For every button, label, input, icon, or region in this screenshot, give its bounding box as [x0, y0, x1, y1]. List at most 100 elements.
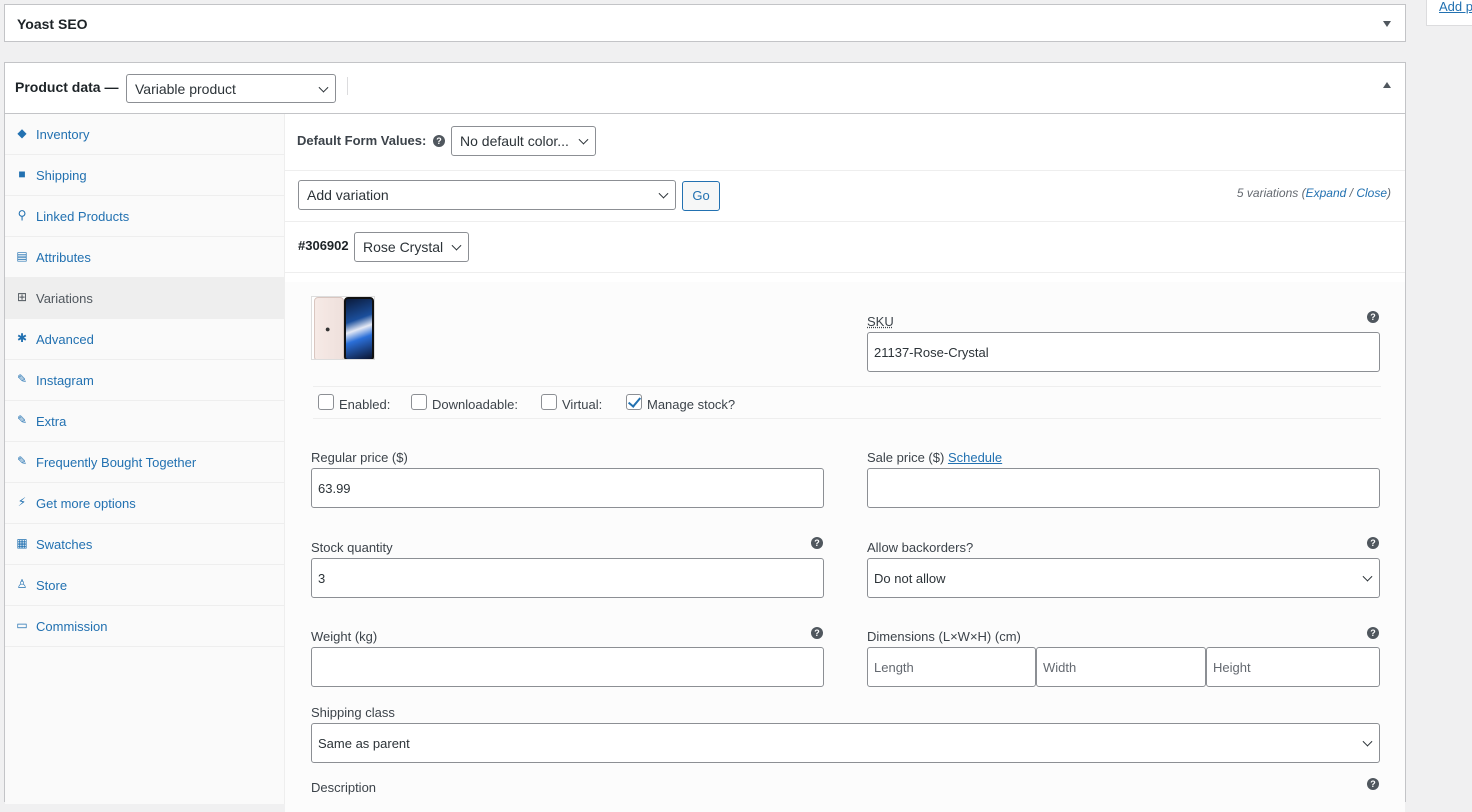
- close-link[interactable]: Close: [1356, 186, 1387, 200]
- weight-input[interactable]: [311, 647, 824, 687]
- tab-label: Attributes: [36, 250, 91, 265]
- gear-icon: ✱: [16, 331, 28, 345]
- help-icon: ?: [1367, 778, 1379, 790]
- add-link[interactable]: Add p: [1439, 0, 1472, 14]
- default-color-value: No default color...: [460, 133, 569, 149]
- apple-logo-icon: ●: [325, 324, 331, 334]
- width-input[interactable]: Width: [1036, 647, 1206, 687]
- variations-panel: Default Form Values: ? No default color.…: [285, 114, 1405, 812]
- sku-input[interactable]: 21137-Rose-Crystal: [867, 332, 1380, 372]
- tab-store[interactable]: ♙ Store: [5, 565, 285, 606]
- product-type-value: Variable product: [135, 80, 236, 97]
- tab-get-more-options[interactable]: ⚡ Get more options: [5, 483, 285, 524]
- help-icon: ?: [433, 135, 445, 147]
- product-data-header: Product data — Variable product: [5, 63, 1405, 114]
- backorders-select[interactable]: Do not allow: [867, 558, 1380, 598]
- tab-advanced[interactable]: ✱ Advanced: [5, 319, 285, 360]
- variation-details: ● SKU ? 21137-Rose-Crystal Enabled: Down…: [285, 282, 1405, 812]
- variation-attribute-value: Rose Crystal: [363, 239, 444, 255]
- truck-icon: ■: [18, 167, 26, 181]
- chevron-down-icon: [578, 134, 589, 145]
- tab-extra[interactable]: ✎ Extra: [5, 401, 285, 442]
- list-icon: ▤: [16, 249, 28, 263]
- tab-label: Inventory: [36, 127, 90, 142]
- tab-linked-products[interactable]: ⚲ Linked Products: [5, 196, 285, 237]
- divider: [285, 221, 1405, 222]
- stock-quantity-input[interactable]: 3: [311, 558, 824, 598]
- variation-id: #306902: [298, 238, 349, 253]
- sku-label: SKU: [867, 314, 894, 329]
- separator: /: [1346, 186, 1357, 200]
- tab-commission[interactable]: ▭ Commission: [5, 606, 285, 647]
- go-button[interactable]: Go: [682, 181, 720, 211]
- tab-label: Get more options: [36, 496, 136, 511]
- schedule-link[interactable]: Schedule: [948, 450, 1002, 465]
- chevron-down-icon: [1362, 571, 1373, 582]
- downloadable-checkbox[interactable]: [411, 394, 427, 410]
- grid-icon: ⊞: [16, 290, 28, 304]
- expand-link[interactable]: Expand: [1306, 186, 1347, 200]
- divider: [347, 77, 348, 95]
- tag-icon: ◆: [17, 126, 27, 140]
- tab-frequently-bought-together[interactable]: ✎ Frequently Bought Together: [5, 442, 285, 483]
- tab-attributes[interactable]: ▤ Attributes: [5, 237, 285, 278]
- height-input[interactable]: Height: [1206, 647, 1380, 687]
- tab-variations[interactable]: ⊞ Variations: [5, 278, 285, 319]
- tab-label: Variations: [36, 291, 93, 306]
- chevron-down-icon: [1362, 736, 1373, 747]
- tab-label: Linked Products: [36, 209, 130, 224]
- collapse-arrow-icon[interactable]: [1383, 21, 1391, 27]
- shipping-class-select[interactable]: Same as parent: [311, 723, 1380, 763]
- variation-image[interactable]: ●: [311, 296, 375, 360]
- tab-label: Instagram: [36, 373, 94, 388]
- length-placeholder: Length: [874, 659, 914, 675]
- enabled-checkbox[interactable]: [318, 394, 334, 410]
- length-input[interactable]: Length: [867, 647, 1036, 687]
- wrench-icon: ✎: [16, 454, 28, 468]
- tab-instagram[interactable]: ✎ Instagram: [5, 360, 285, 401]
- wrench-icon: ✎: [16, 372, 28, 386]
- sale-price-input[interactable]: [867, 468, 1380, 508]
- manage-stock-checkbox[interactable]: [626, 394, 642, 410]
- tab-shipping[interactable]: ■ Shipping: [5, 155, 285, 196]
- phone-front-image: [344, 297, 374, 359]
- help-icon: ?: [1367, 311, 1379, 323]
- weight-label: Weight (kg): [311, 629, 378, 644]
- yoast-seo-panel[interactable]: Yoast SEO: [4, 4, 1406, 42]
- help-icon: ?: [811, 627, 823, 639]
- tab-label: Store: [36, 578, 68, 593]
- sale-price-text: Sale price ($): [867, 450, 945, 465]
- product-type-select[interactable]: Variable product: [126, 74, 336, 103]
- default-color-select[interactable]: No default color...: [451, 126, 596, 156]
- tab-label: Advanced: [36, 332, 94, 347]
- virtual-checkbox[interactable]: [541, 394, 557, 410]
- variations-count: 5 variations (Expand / Close): [1237, 186, 1391, 200]
- tab-swatches[interactable]: ▦ Swatches: [5, 524, 285, 565]
- add-variation-select[interactable]: Add variation: [298, 180, 676, 210]
- sidebar-stub: Add p: [1426, 0, 1472, 26]
- tab-label: Swatches: [36, 537, 93, 552]
- tab-inventory[interactable]: ◆ Inventory: [5, 114, 285, 155]
- product-data-panel: Product data — Variable product ◆ Invent…: [4, 62, 1406, 812]
- stock-quantity-value: 3: [318, 570, 326, 586]
- divider: [313, 386, 1381, 387]
- collapse-arrow-icon[interactable]: [1383, 82, 1391, 88]
- manage-stock-label: Manage stock?: [647, 397, 736, 412]
- enabled-label: Enabled:: [339, 397, 391, 412]
- downloadable-label: Downloadable:: [432, 397, 519, 412]
- dimensions-label: Dimensions (L×W×H) (cm): [867, 629, 1021, 644]
- variation-attribute-select[interactable]: Rose Crystal: [354, 232, 469, 262]
- divider: [285, 272, 1405, 273]
- help-icon: ?: [1367, 627, 1379, 639]
- chevron-down-icon: [318, 82, 329, 93]
- plugin-icon: ⚡: [17, 495, 27, 509]
- regular-price-label: Regular price ($): [311, 450, 408, 465]
- regular-price-input[interactable]: 63.99: [311, 468, 824, 508]
- product-data-tabs: ◆ Inventory ■ Shipping ⚲ Linked Products…: [5, 114, 285, 804]
- backorders-label: Allow backorders?: [867, 540, 974, 555]
- height-placeholder: Height: [1213, 659, 1251, 675]
- store-icon: ♙: [16, 577, 28, 591]
- shipping-class-value: Same as parent: [318, 735, 410, 751]
- yoast-seo-title: Yoast SEO: [17, 16, 88, 32]
- variations-count-text: 5 variations (: [1236, 186, 1306, 200]
